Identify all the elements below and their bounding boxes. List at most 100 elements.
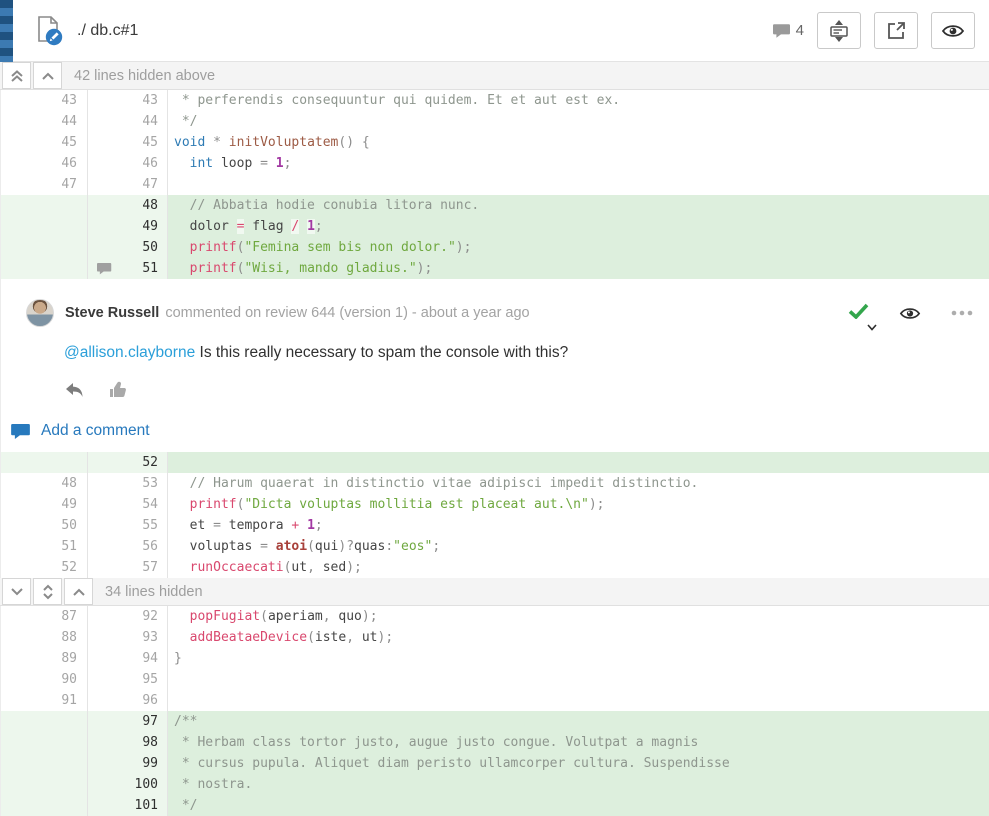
old-line-number[interactable] xyxy=(1,774,88,795)
code-line: // Harum quaerat in distinctio vitae adi… xyxy=(168,473,989,494)
watch-thread-button[interactable] xyxy=(899,306,921,321)
file-header: ./ db.c#1 4 xyxy=(0,0,989,62)
old-line-number[interactable] xyxy=(1,732,88,753)
diff-row: 4747 xyxy=(1,174,989,195)
add-comment-label: Add a comment xyxy=(41,422,150,440)
old-line-number[interactable] xyxy=(1,216,88,237)
resolve-toggle[interactable] xyxy=(848,303,869,324)
new-line-number[interactable]: 51 xyxy=(88,258,168,279)
expand-some-above-button[interactable] xyxy=(33,62,62,89)
expand-collapse-all-button[interactable] xyxy=(817,12,861,49)
new-line-number[interactable]: 44 xyxy=(88,111,168,132)
new-line-number[interactable]: 46 xyxy=(88,153,168,174)
old-line-number[interactable] xyxy=(1,195,88,216)
reply-button[interactable] xyxy=(64,382,84,398)
old-line-number[interactable] xyxy=(1,452,88,473)
old-line-number[interactable]: 45 xyxy=(1,132,88,153)
open-external-button[interactable] xyxy=(874,12,918,49)
old-line-number[interactable]: 89 xyxy=(1,648,88,669)
diff-row: 4545void * initVoluptatem() { xyxy=(1,132,989,153)
old-line-number[interactable]: 46 xyxy=(1,153,88,174)
old-line-number[interactable]: 49 xyxy=(1,494,88,515)
resolve-caret-icon xyxy=(867,324,877,331)
watch-file-button[interactable] xyxy=(931,12,975,49)
code-line: voluptas = atoi(qui)?quas:"eos"; xyxy=(168,536,989,557)
diff-row: 4954 printf("Dicta voluptas mollitia est… xyxy=(1,494,989,515)
old-line-number[interactable]: 52 xyxy=(1,557,88,578)
old-line-number[interactable]: 48 xyxy=(1,473,88,494)
hidden-lines-label: 42 lines hidden above xyxy=(74,68,215,84)
new-line-number[interactable]: 47 xyxy=(88,174,168,195)
expand-all-above-button[interactable] xyxy=(2,62,31,89)
comment-bubble-icon[interactable] xyxy=(97,263,112,275)
thumbs-up-icon xyxy=(109,381,127,398)
old-line-number[interactable]: 51 xyxy=(1,536,88,557)
diff-block-2: 524853 // Harum quaerat in distinctio vi… xyxy=(0,452,989,578)
comment-count: 4 xyxy=(773,22,804,39)
old-line-number[interactable]: 88 xyxy=(1,627,88,648)
comment-body: @allison.clayborne Is this really necess… xyxy=(64,344,973,362)
code-line xyxy=(168,690,989,711)
add-comment-button[interactable]: Add a comment xyxy=(1,415,973,444)
new-line-number[interactable]: 97 xyxy=(88,711,168,732)
new-line-number[interactable]: 48 xyxy=(88,195,168,216)
old-line-number[interactable]: 90 xyxy=(1,669,88,690)
new-line-number[interactable]: 96 xyxy=(88,690,168,711)
new-line-number[interactable]: 95 xyxy=(88,669,168,690)
new-line-number[interactable]: 49 xyxy=(88,216,168,237)
add-comment-bubble-icon xyxy=(11,424,30,439)
new-line-number[interactable]: 99 xyxy=(88,753,168,774)
code-line: runOccaecati(ut, sed); xyxy=(168,557,989,578)
new-line-number[interactable]: 101 xyxy=(88,795,168,816)
old-line-number[interactable]: 47 xyxy=(1,174,88,195)
diff-block-1: 4343 * perferendis consequuntur qui quid… xyxy=(0,90,989,279)
old-line-number[interactable] xyxy=(1,711,88,732)
diff-row: 51 printf("Wisi, mando gladius."); xyxy=(1,258,989,279)
ellipsis-icon xyxy=(951,310,973,316)
diff-row: 99 * cursus pupula. Aliquet diam peristo… xyxy=(1,753,989,774)
old-line-number[interactable] xyxy=(1,237,88,258)
expand-both-button[interactable] xyxy=(33,578,62,605)
new-line-number[interactable]: 45 xyxy=(88,132,168,153)
mention-link[interactable]: @allison.clayborne xyxy=(64,344,195,361)
reply-icon xyxy=(64,382,84,398)
code-line: * perferendis consequuntur qui quidem. E… xyxy=(168,90,989,111)
code-line: addBeataeDevice(iste, ut); xyxy=(168,627,989,648)
new-line-number[interactable]: 43 xyxy=(88,90,168,111)
code-line: popFugiat(aperiam, quo); xyxy=(168,606,989,627)
more-actions-button[interactable] xyxy=(951,310,973,316)
new-line-number[interactable]: 54 xyxy=(88,494,168,515)
new-line-number[interactable]: 53 xyxy=(88,473,168,494)
old-line-number[interactable] xyxy=(1,795,88,816)
code-line: * nostra. xyxy=(168,774,989,795)
expand-up-button[interactable] xyxy=(64,578,93,605)
old-line-number[interactable] xyxy=(1,258,88,279)
old-line-number[interactable]: 91 xyxy=(1,690,88,711)
new-line-number[interactable]: 94 xyxy=(88,648,168,669)
diff-row: 8893 addBeataeDevice(iste, ut); xyxy=(1,627,989,648)
expand-down-button[interactable] xyxy=(2,578,31,605)
new-line-number[interactable]: 92 xyxy=(88,606,168,627)
new-line-number[interactable]: 100 xyxy=(88,774,168,795)
comment-count-value: 4 xyxy=(796,22,804,39)
code-line xyxy=(168,452,989,473)
old-line-number[interactable]: 87 xyxy=(1,606,88,627)
old-line-number[interactable]: 50 xyxy=(1,515,88,536)
new-line-number[interactable]: 57 xyxy=(88,557,168,578)
new-line-number[interactable]: 98 xyxy=(88,732,168,753)
old-line-number[interactable] xyxy=(1,753,88,774)
comment-thread: Steve Russell commented on review 644 (v… xyxy=(0,279,989,452)
code-line: printf("Wisi, mando gladius."); xyxy=(168,258,989,279)
new-line-number[interactable]: 50 xyxy=(88,237,168,258)
old-line-number[interactable]: 44 xyxy=(1,111,88,132)
old-line-number[interactable]: 43 xyxy=(1,90,88,111)
new-line-number[interactable]: 56 xyxy=(88,536,168,557)
diff-row: 5156 voluptas = atoi(qui)?quas:"eos"; xyxy=(1,536,989,557)
like-button[interactable] xyxy=(109,381,127,398)
code-line: printf("Femina sem bis non dolor."); xyxy=(168,237,989,258)
new-line-number[interactable]: 52 xyxy=(88,452,168,473)
new-line-number[interactable]: 55 xyxy=(88,515,168,536)
avatar[interactable] xyxy=(26,299,54,327)
diff-row: 98 * Herbam class tortor justo, augue ju… xyxy=(1,732,989,753)
new-line-number[interactable]: 93 xyxy=(88,627,168,648)
